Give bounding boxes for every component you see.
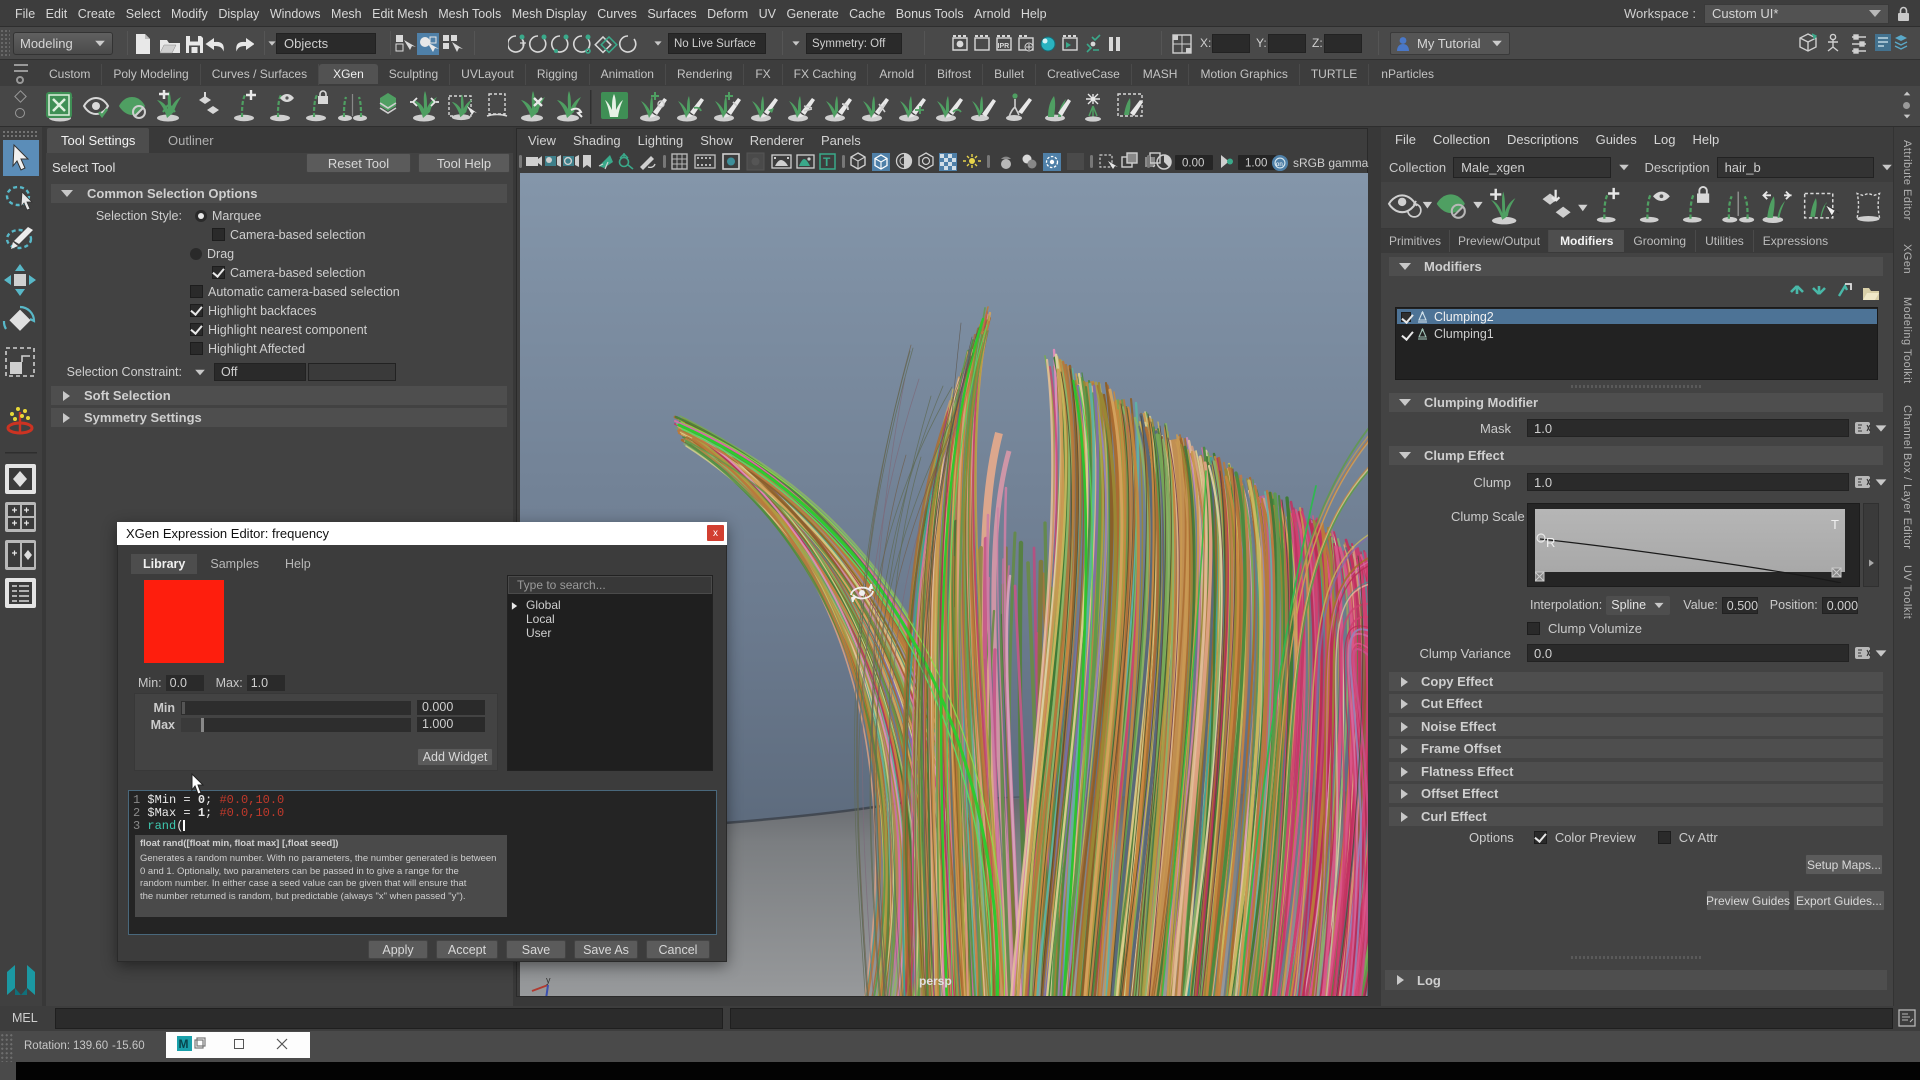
svg-text:T: T — [1831, 517, 1839, 532]
svg-text:1.00: 1.00 — [1245, 158, 1267, 170]
svg-text:on: on — [1276, 161, 1283, 168]
svg-text:T: T — [823, 155, 831, 169]
svg-text:IPR: IPR — [998, 43, 1010, 50]
svg-text:persp: persp — [919, 974, 952, 988]
svg-text:y: y — [546, 975, 551, 985]
svg-text:M: M — [179, 1037, 189, 1051]
svg-text:R: R — [1546, 535, 1555, 550]
svg-text:0.00: 0.00 — [1182, 158, 1204, 170]
